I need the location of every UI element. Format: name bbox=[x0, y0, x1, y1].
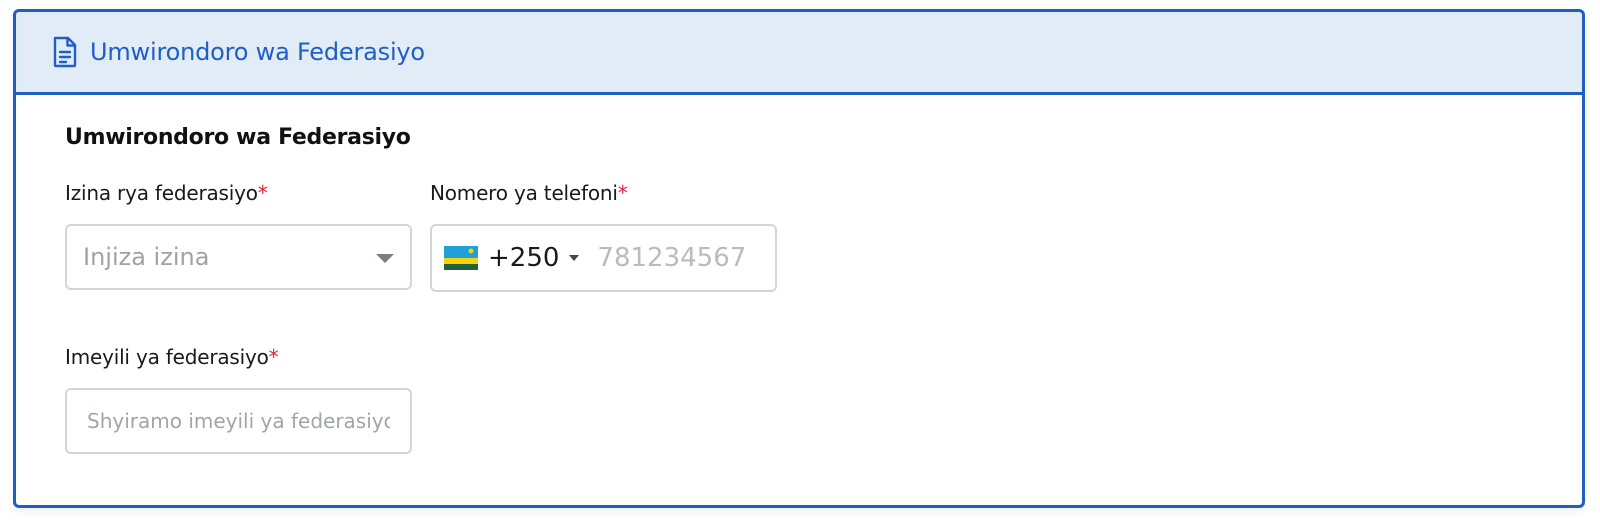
federation-name-placeholder: Injiza izina bbox=[83, 243, 210, 271]
required-mark: * bbox=[617, 181, 628, 205]
federation-name-label: Izina rya federasiyo* bbox=[65, 181, 268, 205]
phone-number-placeholder: 781234567 bbox=[597, 243, 747, 273]
card-header: Umwirondoro wa Federasiyo bbox=[16, 12, 1582, 95]
phone-number-label-text: Nomero ya telefoni bbox=[430, 181, 618, 205]
federation-email-label-text: Imeyili ya federasiyo bbox=[65, 345, 269, 369]
chevron-down-icon bbox=[376, 254, 394, 263]
phone-number-input[interactable]: +250 781234567 bbox=[430, 224, 777, 292]
required-mark: * bbox=[268, 345, 279, 369]
document-icon bbox=[52, 36, 78, 68]
federation-name-select[interactable]: Injiza izina bbox=[65, 224, 412, 290]
section-title: Umwirondoro wa Federasiyo bbox=[65, 125, 411, 150]
required-mark: * bbox=[257, 181, 268, 205]
federation-email-placeholder: Shyiramo imeyili ya federasiyo bbox=[87, 409, 390, 433]
rwanda-flag-icon[interactable] bbox=[444, 246, 478, 270]
federation-name-label-text: Izina rya federasiyo bbox=[65, 181, 258, 205]
federation-email-label: Imeyili ya federasiyo* bbox=[65, 345, 279, 369]
country-dial-code[interactable]: +250 bbox=[488, 243, 559, 273]
federation-email-input[interactable]: Shyiramo imeyili ya federasiyo bbox=[65, 388, 412, 454]
caret-down-icon[interactable] bbox=[569, 255, 580, 261]
phone-number-label: Nomero ya telefoni* bbox=[430, 181, 628, 205]
card-title: Umwirondoro wa Federasiyo bbox=[90, 38, 425, 66]
federation-profile-card: Umwirondoro wa Federasiyo Umwirondoro wa… bbox=[13, 9, 1585, 508]
